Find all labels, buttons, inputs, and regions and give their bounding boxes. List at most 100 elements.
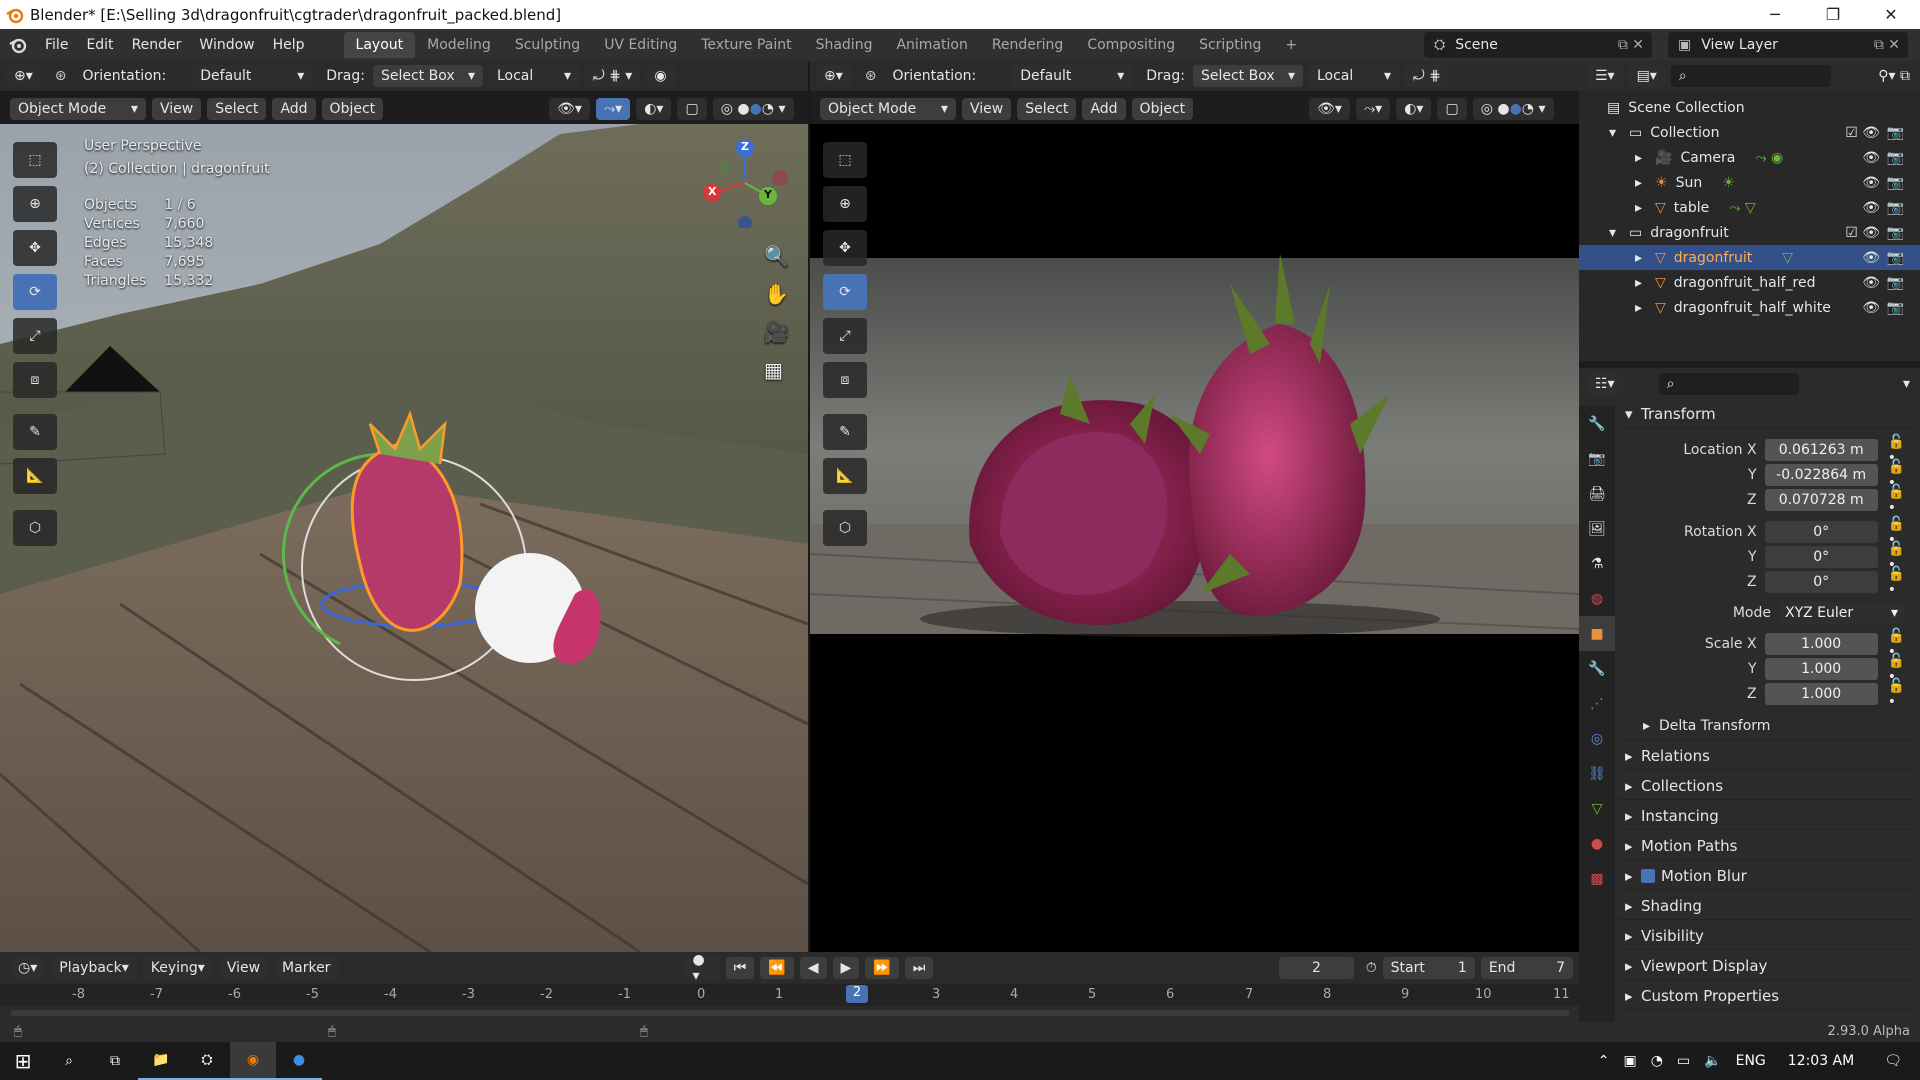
right-mode-dropdown[interactable]: Object Mode ▾ xyxy=(820,98,956,120)
expand-arrow-icon[interactable]: ▸ xyxy=(1635,200,1655,216)
navigation-gizmo[interactable]: Z X Y xyxy=(700,138,790,230)
zalo-taskbar-icon[interactable]: ● xyxy=(276,1042,322,1080)
orientation-dropdown[interactable]: Default ▾ xyxy=(192,65,313,87)
eye-icon[interactable]: 👁 xyxy=(1862,300,1880,316)
expand-arrow-icon[interactable]: ▸ xyxy=(1635,300,1655,316)
tab-layout[interactable]: Layout xyxy=(343,32,416,58)
drag-dropdown[interactable]: Select Box ▾ xyxy=(372,65,483,87)
blender-taskbar-icon[interactable]: ◉ xyxy=(230,1042,276,1080)
new-scene-icon[interactable]: ⧉ ✕ xyxy=(1618,37,1644,53)
panel-visibility[interactable]: ▸ Visibility xyxy=(1619,922,1915,950)
transform-tool-icon[interactable]: ⧈ xyxy=(13,362,57,398)
properties-editor-type-icon[interactable]: ☷▾ xyxy=(1587,373,1623,395)
render-camera-icon[interactable]: 📷 xyxy=(1887,175,1904,191)
render-camera-icon[interactable]: 📷 xyxy=(1887,125,1904,141)
play-icon[interactable]: ▶ xyxy=(832,957,860,979)
expand-arrow-icon[interactable]: ▸ xyxy=(1635,275,1655,291)
eye-icon[interactable]: 👁 xyxy=(1862,250,1880,266)
view-layer-tab-icon[interactable]: 🖼 xyxy=(1579,511,1615,546)
outliner-item-dragonfruit-half-red[interactable]: ▸ ▽ dragonfruit_half_red 👁 📷 xyxy=(1579,270,1920,295)
scale-tool-icon[interactable]: ⤢ xyxy=(13,318,57,354)
right-orientation-dropdown[interactable]: Default ▾ xyxy=(1012,65,1133,87)
eye-icon[interactable]: ☑ 👁 xyxy=(1845,125,1880,141)
tab-compositing[interactable]: Compositing xyxy=(1075,32,1187,58)
pivot-dropdown[interactable]: Local ▾ xyxy=(488,65,579,87)
measure-tool-icon[interactable]: 📐 xyxy=(13,458,57,494)
outliner-item-collection[interactable]: ▾ ▭ Collection ☑ 👁 📷 xyxy=(1579,120,1920,145)
left-menu-view[interactable]: View xyxy=(152,98,202,120)
rotation-y-field[interactable]: 0° xyxy=(1764,546,1878,568)
lock-icon[interactable]: 🔓 • xyxy=(1888,484,1915,516)
right-overlay-toggle-icon[interactable]: ◐▾ xyxy=(1396,98,1432,120)
right-shading-modes[interactable]: ◎ ● ● ◔ ▾ xyxy=(1472,98,1554,120)
cursor-tool-icon[interactable]: ⊕ xyxy=(13,186,57,222)
eye-icon[interactable]: 👁 xyxy=(1862,150,1880,166)
tab-rendering[interactable]: Rendering xyxy=(980,32,1076,58)
particles-tab-icon[interactable]: ⋰ xyxy=(1579,686,1615,721)
tool-tab-icon[interactable]: 🔧 xyxy=(1579,406,1615,441)
jump-start-icon[interactable]: ⏮ xyxy=(725,957,755,979)
tab-sculpting[interactable]: Sculpting xyxy=(503,32,592,58)
menu-file[interactable]: File xyxy=(36,37,77,53)
right-menu-add[interactable]: Add xyxy=(1082,98,1126,120)
app-icon[interactable]: ⛭ xyxy=(184,1042,230,1080)
right-annotate-tool-icon[interactable]: ✎ xyxy=(823,414,867,450)
ortho-grid-icon[interactable]: ▦ xyxy=(764,358,789,382)
panel-relations[interactable]: ▸ Relations xyxy=(1619,742,1915,770)
timeline-scrollbar[interactable] xyxy=(10,1010,1570,1016)
texture-tab-icon[interactable]: ▩ xyxy=(1579,861,1615,896)
lock-icon[interactable]: 🔓 • xyxy=(1888,566,1915,598)
left-menu-add[interactable]: Add xyxy=(272,98,316,120)
add-cube-tool-icon[interactable]: ⬡ xyxy=(13,510,57,546)
menu-playback[interactable]: Playback ▾ xyxy=(51,957,137,979)
menu-window[interactable]: Window xyxy=(190,37,263,53)
scene-selector[interactable]: ⛭ Scene ⧉ ✕ xyxy=(1424,32,1652,58)
overlay-toggle-icon[interactable]: ◐▾ xyxy=(636,98,672,120)
menu-view[interactable]: View xyxy=(218,957,269,979)
render-camera-icon[interactable]: 📷 xyxy=(1887,250,1904,266)
editor-type-icon[interactable]: ⊕▾ xyxy=(6,65,41,87)
left-mode-dropdown[interactable]: Object Mode ▾ xyxy=(10,98,146,120)
rotation-x-field[interactable]: 0° xyxy=(1764,521,1878,543)
right-transform-pivot-icon[interactable]: ⊛ xyxy=(865,68,877,84)
menu-keying[interactable]: Keying ▾ xyxy=(142,957,213,979)
timeline-editor-type-icon[interactable]: ◷▾ xyxy=(10,957,46,979)
transform-pivot-icon[interactable]: ⊛ xyxy=(55,68,67,84)
tray-chevron-icon[interactable]: ⌃ xyxy=(1598,1053,1610,1069)
material-tab-icon[interactable]: ● xyxy=(1579,826,1615,861)
right-select-box-tool-icon[interactable]: ⬚ xyxy=(823,142,867,178)
maximize-button[interactable]: ❐ xyxy=(1804,5,1862,24)
render-tab-icon[interactable]: 📷 xyxy=(1579,441,1615,476)
world-tab-icon[interactable]: ◍ xyxy=(1579,581,1615,616)
right-menu-object[interactable]: Object xyxy=(1131,98,1194,120)
render-camera-icon[interactable]: 📷 xyxy=(1887,300,1904,316)
new-view-layer-icon[interactable]: ⧉ ✕ xyxy=(1874,37,1900,53)
battery-icon[interactable]: ▭ xyxy=(1677,1053,1690,1069)
right-visibility-filter-icon[interactable]: 👁▾ xyxy=(1309,98,1350,120)
right-snap-toggle[interactable]: ⤾ ⋕ xyxy=(1404,65,1449,87)
right-rotate-tool-icon[interactable]: ⟳ xyxy=(823,274,867,310)
filter-icon[interactable]: ⚲▾ ⧉ xyxy=(1878,68,1910,84)
outliner-item-dragonfruit-half-white[interactable]: ▸ ▽ dragonfruit_half_white 👁 📷 xyxy=(1579,295,1920,320)
location-y-field[interactable]: -0.022864 m xyxy=(1764,464,1878,486)
expand-arrow-icon[interactable]: ▾ xyxy=(1609,125,1629,141)
location-x-field[interactable]: 0.061263 m xyxy=(1764,439,1878,461)
zoom-icon[interactable]: 🔍 xyxy=(764,244,789,268)
eye-icon[interactable]: 👁 xyxy=(1862,200,1880,216)
play-reverse-icon[interactable]: ◀ xyxy=(799,957,827,979)
render-camera-icon[interactable]: 📷 xyxy=(1887,275,1904,291)
outliner-item-sun[interactable]: ▸ ☀ Sun ☀ 👁 📷 xyxy=(1579,170,1920,195)
location-z-field[interactable]: 0.070728 m xyxy=(1764,489,1878,511)
outliner-editor-type-icon[interactable]: ☰▾ xyxy=(1587,65,1623,87)
right-camera-viewport[interactable]: ⬚ ⊕ ✥ ⟳ ⤢ ⧈ ✎ 📐 ⬡ xyxy=(810,124,1579,952)
left-menu-select[interactable]: Select xyxy=(207,98,267,120)
right-editor-type-icon[interactable]: ⊕▾ xyxy=(816,65,851,87)
expand-arrow-icon[interactable]: ▸ xyxy=(1635,150,1655,166)
panel-shading[interactable]: ▸ Shading xyxy=(1619,892,1915,920)
expand-arrow-icon[interactable]: ▾ xyxy=(1609,225,1629,241)
scene-tab-icon[interactable]: ⚗ xyxy=(1579,546,1615,581)
tab-shading[interactable]: Shading xyxy=(804,32,885,58)
eye-icon[interactable]: 👁 xyxy=(1862,275,1880,291)
modifier-tab-icon[interactable]: 🔧 xyxy=(1579,651,1615,686)
right-menu-select[interactable]: Select xyxy=(1017,98,1077,120)
